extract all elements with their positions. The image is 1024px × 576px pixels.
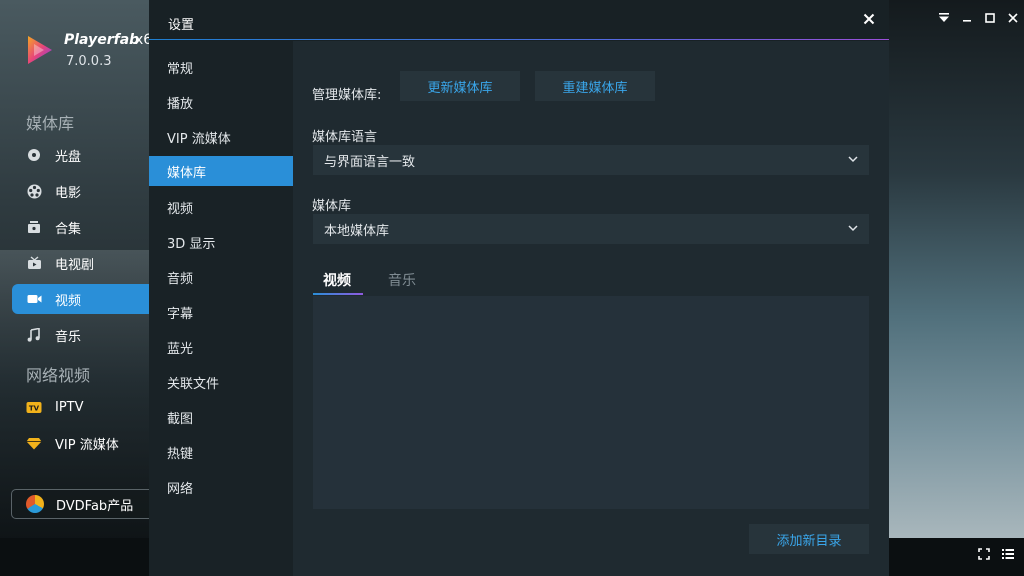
sidebar-item-movies[interactable]: 电影 (12, 176, 152, 206)
sidebar-item-label: 视频 (55, 293, 82, 309)
chevron-down-icon (848, 156, 858, 163)
dialog-header: 设置 (149, 0, 889, 41)
menu-dropdown-icon[interactable] (932, 8, 955, 28)
sidebar-item-tv-shows[interactable]: 电视剧 (12, 248, 152, 278)
music-note-icon (26, 327, 42, 343)
sidebar-item-video[interactable]: 视频 (12, 284, 152, 314)
list-view-icon[interactable] (1002, 548, 1014, 563)
window-controls (932, 8, 1024, 28)
settings-nav-media-library[interactable]: 媒体库 (149, 156, 293, 186)
rebuild-library-button[interactable]: 重建媒体库 (535, 71, 655, 101)
settings-nav-bluray[interactable]: 蓝光 (149, 332, 293, 362)
settings-nav-file-association[interactable]: 关联文件 (149, 367, 293, 397)
settings-nav-network[interactable]: 网络 (149, 472, 293, 502)
background-scenery (888, 0, 1024, 576)
iptv-icon: TV (26, 399, 42, 415)
sidebar-item-label: 音乐 (55, 329, 82, 345)
settings-nav-vip-streaming[interactable]: VIP 流媒体 (149, 122, 293, 152)
media-library-select[interactable]: 本地媒体库 (313, 214, 869, 244)
sidebar-item-music[interactable]: 音乐 (12, 320, 152, 350)
sidebar-item-label: 合集 (55, 221, 82, 237)
chevron-down-icon (848, 225, 858, 232)
settings-nav-playback[interactable]: 播放 (149, 87, 293, 117)
brand-name: Playerfab (64, 32, 140, 48)
dvdfab-products-button[interactable]: DVDFab产品 (11, 489, 161, 519)
sidebar-item-label: 电影 (55, 185, 82, 201)
video-camera-icon (26, 291, 42, 307)
update-library-button[interactable]: 更新媒体库 (400, 71, 520, 101)
sidebar-item-vip-streaming[interactable]: VIP 流媒体 (12, 428, 152, 458)
settings-nav-subtitles[interactable]: 字幕 (149, 297, 293, 327)
film-reel-icon (26, 183, 42, 199)
settings-dialog: 设置 常规 播放 VIP 流媒体 媒体库 视频 3D 显示 音频 字幕 蓝光 关… (149, 0, 889, 576)
media-library-label: 媒体库 (312, 199, 352, 214)
settings-nav-hotkeys[interactable]: 热键 (149, 437, 293, 467)
tv-icon (26, 255, 42, 271)
disc-icon (26, 147, 42, 163)
fullscreen-icon[interactable] (978, 548, 990, 563)
sidebar-item-label: VIP 流媒体 (55, 437, 119, 453)
sidebar-item-label: 电视剧 (55, 257, 95, 273)
library-language-value: 与界面语言一致 (324, 154, 416, 170)
collection-icon (26, 219, 42, 235)
svg-text:TV: TV (29, 405, 40, 413)
settings-nav-video[interactable]: 视频 (149, 192, 293, 222)
tab-music[interactable]: 音乐 (388, 270, 416, 290)
maximize-icon[interactable] (978, 8, 1001, 28)
sidebar-item-disc[interactable]: 光盘 (12, 140, 152, 170)
library-language-label: 媒体库语言 (312, 130, 378, 145)
library-language-select[interactable]: 与界面语言一致 (313, 145, 869, 175)
sidebar-item-iptv[interactable]: TV IPTV (12, 392, 152, 422)
app-sidebar: Playerfab x6 7.0.0.3 媒体库 光盘 电影 合集 电视剧 视频 (0, 0, 161, 576)
add-directory-button[interactable]: 添加新目录 (749, 524, 869, 554)
settings-nav-3d-display[interactable]: 3D 显示 (149, 227, 293, 257)
directory-list[interactable] (313, 296, 869, 509)
settings-content: 管理媒体库: 更新媒体库 重建媒体库 媒体库语言 与界面语言一致 媒体库 本地媒… (293, 41, 889, 576)
manage-library-label: 管理媒体库: (312, 88, 382, 103)
sidebar-item-label: IPTV (55, 399, 84, 415)
playerfab-logo-icon (28, 36, 52, 64)
active-tab-indicator (313, 293, 363, 295)
sidebar-item-label: 光盘 (55, 149, 82, 165)
dialog-title: 设置 (168, 18, 195, 33)
library-heading: 媒体库 (26, 114, 75, 133)
dvdfab-logo-icon (26, 495, 44, 513)
diamond-icon (26, 435, 42, 451)
app-version: 7.0.0.3 (66, 54, 112, 69)
settings-nav-general[interactable]: 常规 (149, 52, 293, 82)
sidebar-item-collections[interactable]: 合集 (12, 212, 152, 242)
settings-nav-audio[interactable]: 音频 (149, 262, 293, 292)
settings-nav-screenshot[interactable]: 截图 (149, 402, 293, 432)
bottom-toolbar (978, 548, 1014, 563)
settings-nav: 常规 播放 VIP 流媒体 媒体库 视频 3D 显示 音频 字幕 蓝光 关联文件… (149, 41, 293, 576)
media-library-value: 本地媒体库 (324, 223, 390, 239)
minimize-icon[interactable] (955, 8, 978, 28)
dvdfab-products-label: DVDFab产品 (56, 498, 134, 514)
close-icon[interactable] (861, 12, 877, 28)
window-close-icon[interactable] (1001, 8, 1024, 28)
tab-video[interactable]: 视频 (323, 270, 351, 290)
online-video-heading: 网络视频 (26, 366, 91, 385)
